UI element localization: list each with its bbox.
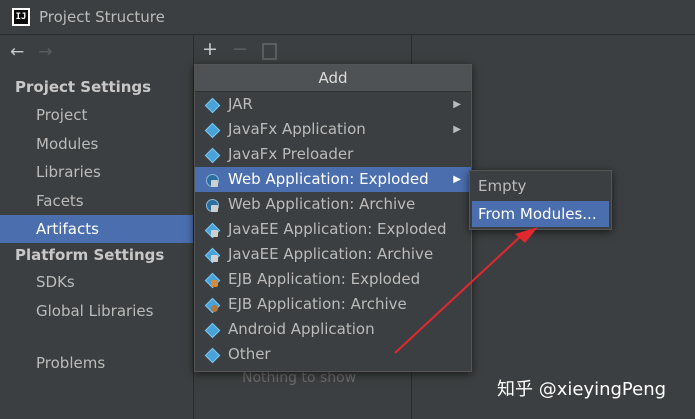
annotation-arrow [394, 227, 538, 354]
watermark: 知乎 @xieyingPeng [497, 379, 667, 400]
